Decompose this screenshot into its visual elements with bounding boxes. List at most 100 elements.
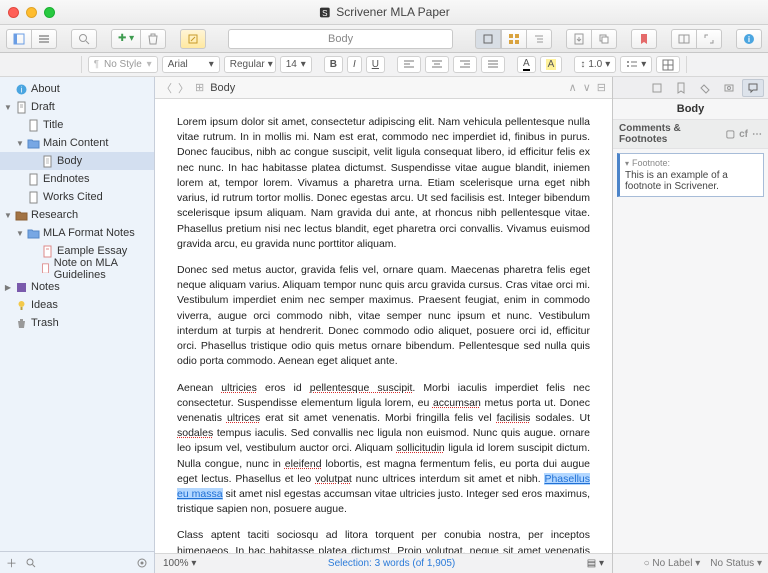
align-justify-button[interactable] bbox=[481, 56, 505, 73]
style-picker[interactable]: ¶ No Style ▾ bbox=[88, 56, 158, 73]
binder-row-body[interactable]: Body bbox=[0, 152, 154, 170]
inspector-tabs bbox=[613, 77, 768, 99]
maximize-window-button[interactable] bbox=[44, 7, 55, 18]
binder-row-research[interactable]: ▼Research bbox=[0, 206, 154, 224]
editor-view-button[interactable] bbox=[475, 29, 501, 49]
footnote-item[interactable]: ▾Footnote: This is an example of a footn… bbox=[617, 153, 764, 197]
binder-row-about[interactable]: iAbout bbox=[0, 80, 154, 98]
editor-footer: 100% ▾ Selection: 3 words (of 1,905) ▤ ▾ bbox=[155, 553, 612, 573]
trash-item-button[interactable] bbox=[141, 29, 166, 49]
underline-button[interactable]: U bbox=[366, 56, 385, 73]
add-comment-button[interactable]: ▢ bbox=[726, 129, 735, 140]
footnote-body[interactable]: This is an example of a footnote in Scri… bbox=[625, 170, 758, 192]
chevron-down-icon[interactable]: ▾ bbox=[625, 159, 629, 168]
font-weight-picker[interactable]: Regular ▾ bbox=[224, 56, 276, 73]
footer-options-button[interactable]: ▤ ▾ bbox=[587, 558, 604, 569]
editor-header: 〈 〉 ⊞ Body ∧ ∨ ⊟ bbox=[155, 77, 612, 99]
toolbar-title-field[interactable]: Body bbox=[228, 29, 453, 49]
inspector-metadata-tab[interactable] bbox=[694, 79, 716, 97]
add-binder-item-button[interactable]: ＋ bbox=[6, 555, 17, 571]
corkboard-view-button[interactable] bbox=[501, 29, 527, 49]
chevron-down-icon[interactable]: ▼ bbox=[4, 103, 12, 111]
font-size-picker[interactable]: 14 ▾ bbox=[280, 56, 312, 73]
add-footnote-button[interactable]: cf bbox=[739, 129, 748, 140]
doc-path-icon[interactable]: ⊞ bbox=[195, 81, 204, 94]
chevron-down-icon[interactable]: ▼ bbox=[4, 211, 12, 219]
list-button[interactable]: ▾ bbox=[620, 56, 652, 73]
text-color-button[interactable]: A bbox=[517, 56, 536, 73]
folder-icon bbox=[27, 137, 40, 150]
editor-text-area[interactable]: Lorem ipsum dolor sit amet, consectetur … bbox=[155, 99, 612, 553]
minimize-window-button[interactable] bbox=[26, 7, 37, 18]
align-left-button[interactable] bbox=[397, 56, 421, 73]
binder-row-main-content[interactable]: ▼Main Content bbox=[0, 134, 154, 152]
full-screen-button[interactable] bbox=[697, 29, 722, 49]
inspector-doc-title: Body bbox=[613, 99, 768, 120]
next-doc-button[interactable]: ∨ bbox=[583, 81, 591, 94]
selected-text[interactable]: Phasellus eu massa bbox=[177, 473, 590, 500]
svg-text:S: S bbox=[322, 8, 328, 17]
inspector-footer: ○ No Label ▾ No Status ▾ bbox=[613, 553, 768, 573]
research-icon bbox=[15, 209, 28, 222]
document-icon bbox=[27, 173, 40, 186]
binder-tree[interactable]: iAbout ▼Draft Title ▼Main Content Body E… bbox=[0, 77, 154, 551]
binder-toggle-button[interactable] bbox=[6, 29, 32, 49]
binder-row-ideas[interactable]: Ideas bbox=[0, 296, 154, 314]
prev-doc-button[interactable]: ∧ bbox=[569, 81, 577, 94]
window-titlebar: S Scrivener MLA Paper bbox=[0, 0, 768, 25]
italic-button[interactable]: I bbox=[347, 56, 362, 73]
label-picker[interactable]: ○ No Label ▾ bbox=[644, 558, 701, 569]
binder-footer: ＋ bbox=[0, 551, 154, 573]
close-window-button[interactable] bbox=[8, 7, 19, 18]
bold-button[interactable]: B bbox=[324, 56, 343, 73]
binder-options-button[interactable] bbox=[136, 557, 148, 569]
layouts-button[interactable] bbox=[671, 29, 697, 49]
inspector-bookmarks-tab[interactable] bbox=[670, 79, 692, 97]
chevron-right-icon[interactable]: ▶ bbox=[4, 283, 12, 291]
inspector-toggle-button[interactable]: i bbox=[736, 29, 762, 49]
inspector-notes-tab[interactable] bbox=[646, 79, 668, 97]
highlight-color-button[interactable]: A bbox=[540, 56, 563, 73]
split-editor-button[interactable]: ⊟ bbox=[597, 81, 606, 94]
nav-back-button[interactable]: 〈 bbox=[161, 80, 172, 96]
editor-pane: 〈 〉 ⊞ Body ∧ ∨ ⊟ Lorem ipsum dolor sit a… bbox=[155, 77, 613, 573]
binder-row-draft[interactable]: ▼Draft bbox=[0, 98, 154, 116]
align-right-button[interactable] bbox=[453, 56, 477, 73]
inspector-section-options[interactable]: ⋯ bbox=[752, 129, 762, 140]
traffic-lights bbox=[8, 7, 55, 18]
binder-row-mla-notes[interactable]: ▼MLA Format Notes bbox=[0, 224, 154, 242]
format-bar: ¶ No Style ▾ Arial ▾ Regular ▾ 14 ▾ B I … bbox=[0, 53, 768, 77]
editor-header-title[interactable]: Body bbox=[210, 82, 235, 94]
collections-toggle-button[interactable] bbox=[32, 29, 57, 49]
footnote-head: ▾Footnote: bbox=[625, 158, 758, 168]
bookmark-button[interactable] bbox=[631, 29, 657, 49]
font-family-picker[interactable]: Arial ▾ bbox=[162, 56, 220, 73]
quickref-button[interactable] bbox=[592, 29, 617, 49]
svg-text:i: i bbox=[21, 85, 23, 94]
binder-row-mla-guidelines[interactable]: Note on MLA Guidelines bbox=[0, 260, 154, 278]
binder-search-button[interactable] bbox=[25, 557, 37, 569]
binder-row-trash[interactable]: Trash bbox=[0, 314, 154, 332]
folder-icon bbox=[27, 227, 40, 240]
svg-text:i: i bbox=[748, 35, 750, 44]
search-button[interactable] bbox=[71, 29, 97, 49]
binder-row-works-cited[interactable]: Works Cited bbox=[0, 188, 154, 206]
outline-view-button[interactable] bbox=[527, 29, 552, 49]
align-center-button[interactable] bbox=[425, 56, 449, 73]
chevron-down-icon[interactable]: ▼ bbox=[16, 229, 24, 237]
compile-button[interactable] bbox=[566, 29, 592, 49]
compose-button[interactable] bbox=[180, 29, 206, 49]
nav-forward-button[interactable]: 〉 bbox=[178, 80, 189, 96]
chevron-down-icon[interactable]: ▼ bbox=[16, 139, 24, 147]
inspector-comments-tab[interactable] bbox=[742, 79, 764, 97]
table-button[interactable] bbox=[656, 56, 680, 73]
status-picker[interactable]: No Status ▾ bbox=[710, 558, 762, 569]
inspector-snapshots-tab[interactable] bbox=[718, 79, 740, 97]
add-item-button[interactable]: ✚ ▾ bbox=[111, 29, 141, 49]
binder-row-title[interactable]: Title bbox=[0, 116, 154, 134]
zoom-picker[interactable]: 100% ▾ bbox=[163, 558, 196, 569]
binder-row-endnotes[interactable]: Endnotes bbox=[0, 170, 154, 188]
line-spacing-picker[interactable]: ↕ 1.0 ▾ bbox=[574, 56, 616, 73]
main-toolbar: ✚ ▾ Body i bbox=[0, 25, 768, 53]
document-icon bbox=[27, 191, 40, 204]
